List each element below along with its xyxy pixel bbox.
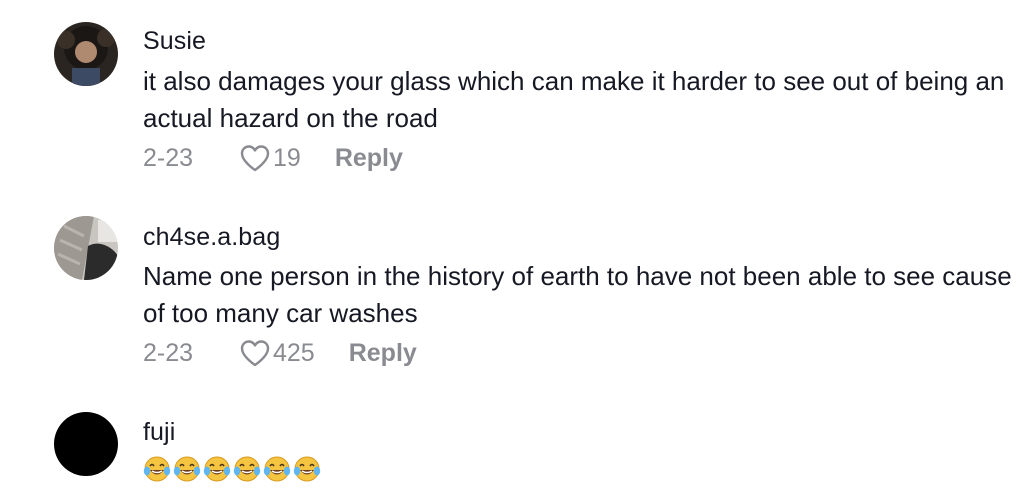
reply-button[interactable]: Reply	[349, 339, 417, 368]
comment-username[interactable]: fuji	[143, 418, 175, 447]
face-with-tears-of-joy-icon	[233, 456, 261, 482]
face-with-tears-of-joy-icon	[173, 456, 201, 482]
avatar[interactable]	[54, 22, 118, 86]
heart-icon	[240, 340, 270, 367]
user-avatar-icon	[54, 216, 118, 280]
comment-text: 😂😂😂😂😂😂	[143, 455, 321, 483]
like-count: 19	[273, 143, 301, 172]
comment-text: it also damages your glass which can mak…	[143, 66, 1005, 133]
comment-username[interactable]: Susie	[143, 27, 206, 56]
comment-meta: 2-23 19 Reply	[143, 141, 403, 175]
avatar[interactable]	[54, 412, 118, 476]
user-avatar-icon	[54, 22, 118, 86]
like-button[interactable]: 19	[239, 143, 335, 173]
like-count: 425	[273, 338, 315, 367]
avatar[interactable]	[54, 216, 118, 280]
comment-username[interactable]: ch4se.a.bag	[143, 223, 280, 252]
comment-date: 2-23	[143, 338, 194, 367]
face-with-tears-of-joy-icon	[293, 456, 321, 482]
face-with-tears-of-joy-icon	[143, 456, 171, 482]
heart-icon	[240, 145, 270, 172]
reply-button[interactable]: Reply	[335, 144, 403, 173]
comment-text: Name one person in the history of earth …	[143, 261, 1012, 328]
face-with-tears-of-joy-icon	[203, 456, 231, 482]
user-avatar-icon	[54, 412, 118, 476]
comment-meta: 2-23 425 Reply	[143, 336, 417, 370]
comment-date: 2-23	[143, 143, 194, 172]
face-with-tears-of-joy-icon	[263, 456, 291, 482]
like-button[interactable]: 425	[239, 338, 349, 368]
